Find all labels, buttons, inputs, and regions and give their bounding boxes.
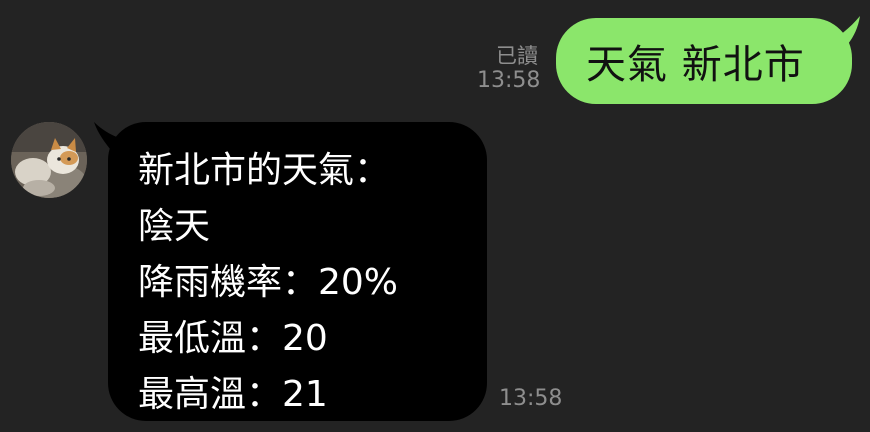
incoming-timestamp: 13:58 — [499, 386, 563, 411]
weather-condition-line: 陰天 — [138, 206, 211, 247]
chat-view: 已讀 13:58 天氣 新北市 新北市的天氣： 陰天 降雨機率：20% 最低溫：… — [0, 0, 870, 432]
outgoing-message-text: 天氣 新北市 — [586, 42, 805, 88]
cat-photo-avatar-icon — [11, 122, 87, 198]
max-temperature-line: 最高溫：21 — [138, 374, 328, 415]
outgoing-timestamp: 13:58 — [477, 68, 541, 93]
read-receipt: 已讀 — [496, 44, 538, 68]
min-temperature-line: 最低溫：20 — [138, 318, 328, 359]
incoming-message-bubble[interactable]: 新北市的天氣： 陰天 降雨機率：20% 最低溫：20 最高溫：21 — [108, 122, 487, 421]
outgoing-message-bubble[interactable]: 天氣 新北市 — [556, 18, 852, 104]
weather-location-line: 新北市的天氣： — [138, 150, 391, 191]
sender-avatar[interactable] — [11, 122, 87, 198]
rain-probability-line: 降雨機率：20% — [138, 262, 399, 303]
